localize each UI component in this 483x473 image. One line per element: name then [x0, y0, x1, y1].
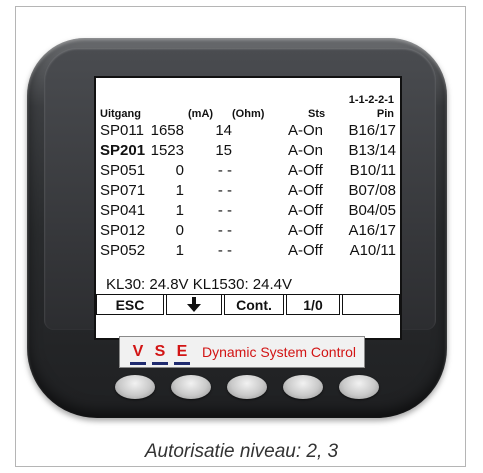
resistance-value: - - [217, 222, 232, 239]
pin-value: B07/08 [348, 182, 396, 199]
esc-softkey[interactable]: ESC [96, 295, 164, 315]
header-pin: Pin [376, 108, 394, 120]
header-sts: Sts [308, 108, 326, 120]
pin-value: B13/14 [348, 142, 396, 159]
header-pin-numbers: 1-1-2-2-1 [348, 94, 394, 106]
current-value: 0 [175, 162, 184, 179]
table-row: SP011 1658 14 A-On B16/17 [96, 122, 400, 142]
table-row: SP041 1 - - A-Off B04/05 [96, 202, 400, 222]
logo-text: Dynamic System Control [202, 344, 357, 360]
header-uitgang: Uitgang [100, 108, 141, 120]
header-ma: (mA) [188, 108, 214, 120]
voltage-readout: KL30: 24.8V KL1530: 24.4V [106, 276, 292, 293]
brand-logo: V S E Dynamic System Control [119, 336, 365, 368]
resistance-value: 14 [215, 122, 232, 139]
empty-softkey[interactable] [342, 295, 400, 315]
hardware-button-2[interactable] [171, 375, 211, 399]
lcd-screen: Uitgang (mA) (Ohm) Sts 1-1-2-2-1 Pin SP0… [94, 76, 402, 340]
toggle-softkey[interactable]: 1/0 [286, 295, 340, 315]
status-value: A-On [288, 122, 324, 139]
pin-value: A16/17 [348, 222, 396, 239]
logo-letter-e: E [174, 342, 190, 365]
cont-softkey[interactable]: Cont. [224, 295, 284, 315]
logo-letter-s: S [152, 342, 168, 365]
resistance-value: 15 [215, 142, 232, 159]
current-value: 1 [175, 242, 184, 259]
logo-letter-v: V [130, 342, 146, 365]
table-row: SP051 0 - - A-Off B10/11 [96, 162, 400, 182]
output-name: SP051 [100, 162, 146, 179]
output-name: SP041 [100, 202, 146, 219]
resistance-value: - - [217, 162, 232, 179]
arrow-down-icon [187, 297, 201, 312]
output-name: SP071 [100, 182, 146, 199]
pin-value: B04/05 [348, 202, 396, 219]
resistance-value: - - [217, 182, 232, 199]
status-value: A-Off [288, 162, 323, 179]
hardware-button-1[interactable] [115, 375, 155, 399]
current-value: 1658 [150, 122, 184, 139]
softkey-bar: ESC Cont. 1/0 [96, 294, 400, 317]
pin-value: A10/11 [349, 242, 396, 259]
header-ohm: (Ohm) [232, 108, 265, 120]
table-row: SP071 1 - - A-Off B07/08 [96, 182, 400, 202]
output-name: SP052 [100, 242, 146, 259]
current-value: 1 [175, 202, 184, 219]
status-value: A-Off [288, 202, 323, 219]
table-row: SP012 0 - - A-Off A16/17 [96, 222, 400, 242]
status-value: A-On [288, 142, 324, 159]
current-value: 1523 [150, 142, 184, 159]
output-name: SP012 [100, 222, 146, 239]
current-value: 0 [175, 222, 184, 239]
pin-value: B10/11 [349, 162, 396, 179]
status-value: A-Off [288, 242, 323, 259]
resistance-value: - - [217, 242, 232, 259]
table-row: SP052 1 - - A-Off A10/11 [96, 242, 400, 262]
output-name: SP011 [100, 122, 144, 139]
pin-value: B16/17 [348, 122, 396, 139]
authorization-caption: Autorisatie niveau: 2, 3 [144, 441, 339, 462]
table-row: SP201 1523 15 A-On B13/14 [96, 142, 400, 162]
hardware-button-5[interactable] [339, 375, 379, 399]
down-softkey[interactable] [166, 295, 222, 315]
resistance-value: - - [217, 202, 232, 219]
hardware-button-3[interactable] [227, 375, 267, 399]
status-value: A-Off [288, 222, 323, 239]
current-value: 1 [175, 182, 184, 199]
status-value: A-Off [288, 182, 323, 199]
output-name: SP201 [100, 142, 146, 159]
hardware-button-4[interactable] [283, 375, 323, 399]
